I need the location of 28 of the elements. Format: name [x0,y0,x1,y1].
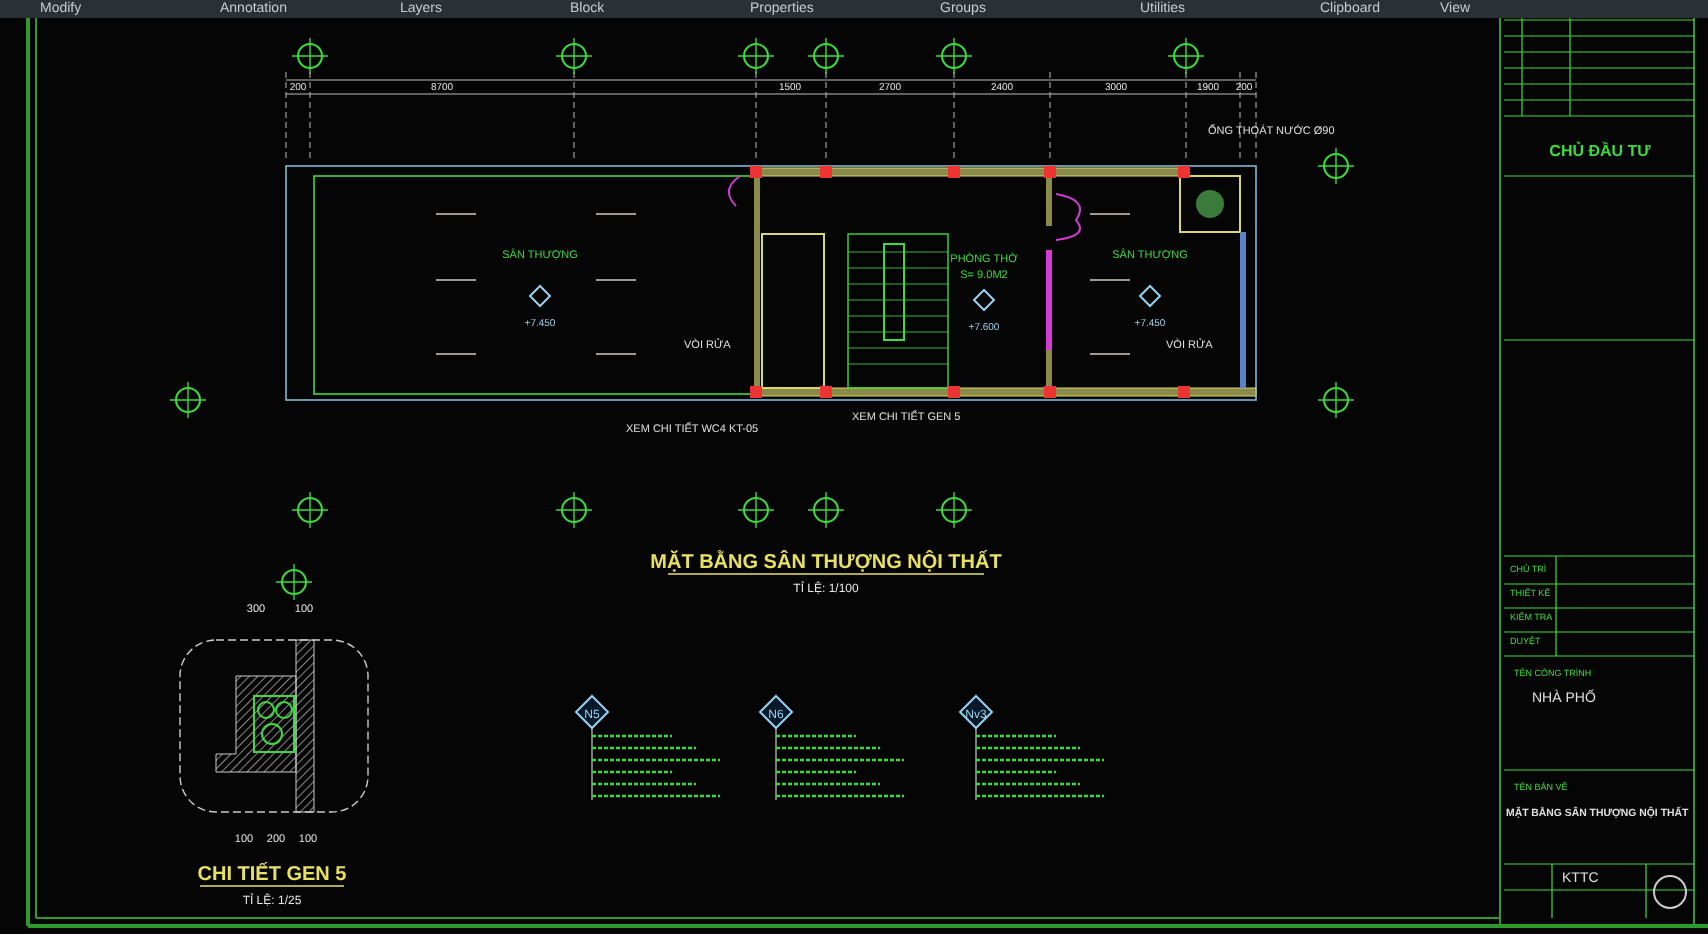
detail-title: CHI TIẾT GEN 5 [197,864,347,886]
grid-bubble-icon [555,491,593,529]
grid-bubble-icon [935,491,973,529]
grid-bubble-icon [737,491,775,529]
grid-bubble-icon [169,381,207,419]
grid-bubble-icon [807,491,845,529]
note-leader-drawing [591,727,720,801]
grid-bubble-icon [291,491,329,529]
note-tag-icon [574,694,610,730]
grid-bubble-icon [555,37,593,75]
level-marker-icon [528,284,552,308]
note-tag-icon [958,694,994,730]
grid-bubble-icon [935,37,973,75]
grid-bubble-icon [1167,37,1205,75]
level-marker-icon [1138,284,1162,308]
grid-bubble-icon [291,37,329,75]
note-tag-icon [758,694,794,730]
note-leader-drawing [975,727,1104,801]
grid-bubble-icon [1317,381,1355,419]
grid-bubble-icon [807,37,845,75]
note-leader-drawing [775,727,904,801]
owner-label: CHỦ ĐẦU TƯ [1549,142,1651,160]
level-marker-icon [972,288,996,312]
grid-bubble-icon [275,563,313,601]
sheet-number-icon [1653,875,1687,909]
grid-bubble-icon [737,37,775,75]
grid-bubble-icon [1317,147,1355,185]
plan-title: MẶT BẰNG SÂN THƯỢNG NỘI THẤT [650,552,1002,574]
